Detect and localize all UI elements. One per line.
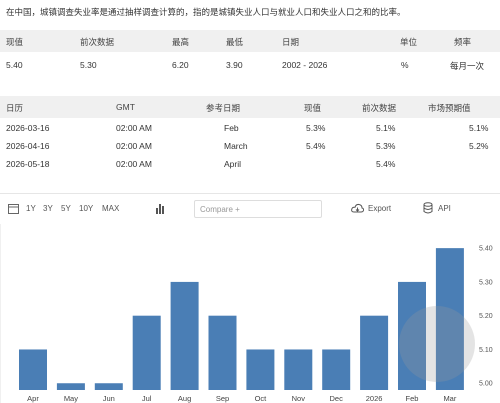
summary-header-cell: 现值 xyxy=(6,37,24,47)
x-axis-label: Feb xyxy=(406,394,419,403)
y-axis-tick-label: 5.10 xyxy=(479,347,493,354)
calendar-previous: 5.1% xyxy=(376,123,396,133)
calendar-actual: 5.4% xyxy=(306,141,326,151)
calendar-header-cell: GMT xyxy=(116,102,135,112)
range-5y-button[interactable]: 5Y xyxy=(61,204,71,213)
summary-header-cell: 最低 xyxy=(226,37,244,47)
chart-bar xyxy=(170,281,199,390)
x-axis-label: Dec xyxy=(330,394,344,403)
calendar-reference: April xyxy=(224,159,242,169)
y-axis-tick-label: 5.40 xyxy=(479,246,493,253)
x-axis-label: Jul xyxy=(142,394,152,403)
calendar-time: 02:00 AM xyxy=(116,141,152,151)
calendar-date: 2026-03-16 xyxy=(6,123,50,133)
x-axis-label: Oct xyxy=(255,394,268,403)
summary-header-cell: 最高 xyxy=(172,37,190,47)
chart-bar xyxy=(246,349,275,390)
lowest-value: 3.90 xyxy=(226,60,243,70)
range-1y-button[interactable]: 1Y xyxy=(26,204,36,213)
previous-value: 5.30 xyxy=(80,60,97,70)
calendar-forecast: 5.1% xyxy=(469,123,489,133)
chart-bar xyxy=(208,315,237,390)
x-axis-label: Sep xyxy=(216,394,229,403)
calendar-row: 2026-05-18 02:00 AM April 5.4% xyxy=(0,153,500,175)
compare-input[interactable]: Compare + xyxy=(194,200,322,218)
calendar-header-cell: 市场预期值 xyxy=(428,103,471,113)
calendar-icon[interactable] xyxy=(8,203,19,214)
export-button[interactable]: Export xyxy=(368,204,391,213)
description-text: 在中国，城镇调查失业率是通过抽样调查计算的，指的是城镇失业人口与就业人口和失业人… xyxy=(6,7,406,17)
chart-toolbar: 1Y 3Y 5Y 10Y MAX Compare + Export API xyxy=(0,194,500,224)
current-value: 5.40 xyxy=(6,60,23,70)
range-3y-button[interactable]: 3Y xyxy=(43,204,53,213)
chart-bar xyxy=(322,349,351,390)
frequency-value: 每月一次 xyxy=(450,61,485,71)
calendar-time: 02:00 AM xyxy=(116,159,152,169)
calendar-header-cell: 参考日期 xyxy=(206,103,241,113)
calendar-header-cell: 前次数据 xyxy=(362,103,397,113)
x-axis-label: Apr xyxy=(27,394,39,403)
range-10y-button[interactable]: 10Y xyxy=(79,204,93,213)
summary-header-cell: 频率 xyxy=(454,37,472,47)
x-axis-label: Nov xyxy=(292,394,306,403)
x-axis-label: Mar xyxy=(443,394,456,403)
summary-header-row: 现值 前次数据 最高 最低 日期 单位 频率 xyxy=(0,30,500,52)
chart-panel: 1Y 3Y 5Y 10Y MAX Compare + Export API Ap… xyxy=(0,193,500,403)
chart-bar xyxy=(360,315,389,390)
summary-header-cell: 前次数据 xyxy=(80,37,115,47)
calendar-header-cell: 日历 xyxy=(6,103,24,113)
summary-value-row: 5.40 5.30 6.20 3.90 2002 - 2026 % 每月一次 xyxy=(0,54,500,76)
api-button[interactable]: API xyxy=(438,204,451,213)
calendar-previous: 5.4% xyxy=(376,159,396,169)
calendar-reference: March xyxy=(224,141,248,151)
chart-bar xyxy=(132,315,161,390)
date-range: 2002 - 2026 xyxy=(282,60,328,70)
calendar-reference: Feb xyxy=(224,123,239,133)
chart-bar xyxy=(94,383,123,390)
watermark xyxy=(399,306,475,382)
unemployment-bar-chart: Apr May Jun Jul Aug Sep Oct Nov Dec 2026 Feb Mar 5.… xyxy=(0,224,493,403)
calendar-date: 2026-04-16 xyxy=(6,141,50,151)
bar-chart-icon[interactable] xyxy=(155,203,165,214)
highest-value: 6.20 xyxy=(172,60,189,70)
x-axis-label: 2026 xyxy=(366,394,383,403)
y-axis-tick-label: 5.30 xyxy=(479,279,493,286)
calendar-actual: 5.3% xyxy=(306,123,326,133)
chart-bar xyxy=(19,349,47,390)
y-axis-tick-label: 5.20 xyxy=(479,313,493,320)
calendar-header-row: 日历 GMT 参考日期 现值 前次数据 市场预期值 xyxy=(0,96,500,118)
range-max-button[interactable]: MAX xyxy=(102,204,119,213)
calendar-header-cell: 现值 xyxy=(304,103,322,113)
x-axis-label: May xyxy=(64,394,78,403)
database-icon[interactable] xyxy=(423,202,433,214)
summary-header-cell: 单位 xyxy=(400,37,418,47)
summary-header-cell: 日期 xyxy=(282,37,300,47)
calendar-time: 02:00 AM xyxy=(116,123,152,133)
x-axis-label: Aug xyxy=(178,394,191,403)
chart-bar xyxy=(284,349,313,390)
calendar-forecast: 5.2% xyxy=(469,141,489,151)
calendar-previous: 5.3% xyxy=(376,141,396,151)
cloud-download-icon[interactable] xyxy=(351,203,364,214)
chart-bar xyxy=(56,383,85,390)
calendar-date: 2026-05-18 xyxy=(6,159,50,169)
y-axis-tick-label: 5.00 xyxy=(479,381,493,388)
x-axis-label: Jun xyxy=(103,394,115,403)
unit-value: % xyxy=(401,60,409,70)
